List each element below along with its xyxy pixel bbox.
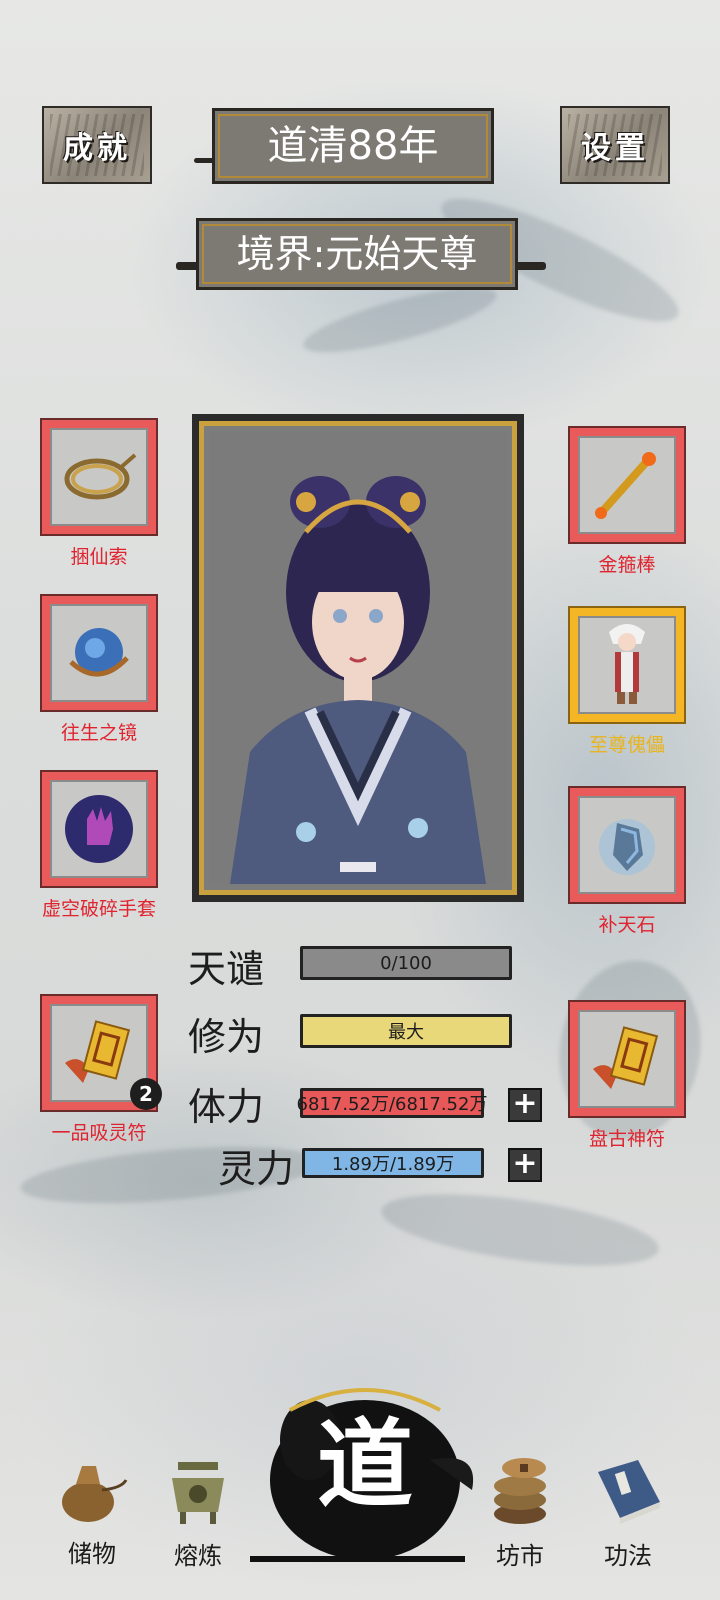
- puppet-icon: [609, 624, 645, 704]
- slot-label: 捆仙索: [70, 546, 128, 568]
- nav-smelting[interactable]: 熔炼: [148, 1452, 248, 1571]
- achievements-label: 成就: [63, 131, 131, 166]
- tribulation-label: 天谴: [188, 947, 265, 991]
- tribulation-bar: 0/100: [300, 946, 512, 980]
- realm-title: 境界:元始天尊: [236, 232, 478, 276]
- year-plaque: 道清88年: [212, 108, 494, 184]
- book-icon: [598, 1460, 660, 1524]
- talisman-icon: [65, 1020, 131, 1083]
- slot-label: 盘古神符: [588, 1128, 665, 1150]
- nav-dao-button[interactable]: 道: [250, 1370, 480, 1570]
- stamina-label: 体力: [188, 1085, 265, 1129]
- nav-skills[interactable]: 功法: [578, 1452, 678, 1571]
- equip-slot-talisman-right[interactable]: 盘古神符: [568, 1000, 686, 1150]
- equip-slot-rope[interactable]: 捆仙索: [40, 418, 158, 568]
- nav-market[interactable]: 坊市: [470, 1452, 570, 1571]
- staff-icon: [595, 452, 656, 519]
- nav-skills-label: 功法: [604, 1542, 652, 1570]
- realm-plaque: 境界:元始天尊: [196, 218, 518, 290]
- talisman-icon: [593, 1026, 659, 1089]
- slot-label: 至尊傀儡: [588, 734, 665, 756]
- nav-market-label: 坊市: [496, 1542, 544, 1570]
- cultivation-label: 修为: [188, 1015, 265, 1059]
- rope-icon: [64, 453, 137, 500]
- stamina-bar: 6817.52万/6817.52万: [297, 1088, 487, 1118]
- slot-label: 往生之镜: [60, 722, 137, 744]
- nav-smelting-label: 熔炼: [174, 1542, 222, 1570]
- nav-storage-label: 储物: [68, 1540, 116, 1568]
- slot-label: 一品吸灵符: [51, 1122, 147, 1144]
- glove-icon: [65, 795, 133, 863]
- add-spirit-button[interactable]: +: [508, 1148, 542, 1182]
- equip-slot-mirror[interactable]: 往生之镜: [40, 594, 158, 744]
- add-stamina-button[interactable]: +: [508, 1088, 542, 1122]
- achievements-button[interactable]: 成就: [42, 106, 152, 184]
- mirror-icon: [69, 628, 129, 677]
- character-portrait: [210, 432, 506, 884]
- character-portrait-frame: [192, 414, 524, 902]
- equip-slot-crystal[interactable]: 补天石: [568, 786, 686, 936]
- equip-slot-talisman-left[interactable]: 2 一品吸灵符: [40, 994, 162, 1144]
- spirit-label: 灵力: [218, 1147, 295, 1191]
- item-count-badge: 2: [130, 1078, 162, 1110]
- spirit-value: 1.89万/1.89万: [331, 1154, 455, 1175]
- equip-slot-puppet[interactable]: 至尊傀儡: [568, 606, 686, 756]
- equip-slot-glove[interactable]: 虚空破碎手套: [40, 770, 158, 920]
- coins-icon: [494, 1458, 546, 1524]
- cultivation-bar: 最大: [300, 1014, 512, 1048]
- slot-label: 补天石: [598, 914, 656, 936]
- pouch-icon: [62, 1466, 128, 1522]
- year-title: 道清88年: [267, 123, 439, 169]
- tribulation-value: 0/100: [380, 952, 432, 974]
- equip-slot-staff[interactable]: 金箍棒: [568, 426, 686, 576]
- stamina-value: 6817.52万/6817.52万: [296, 1094, 488, 1115]
- nav-dao-label: 道: [317, 1408, 413, 1521]
- cultivation-value: 最大: [388, 1022, 424, 1043]
- cauldron-icon: [172, 1462, 224, 1524]
- spirit-bar: 1.89万/1.89万: [302, 1148, 484, 1178]
- crystal-icon: [599, 819, 655, 875]
- nav-storage[interactable]: 储物: [42, 1450, 142, 1569]
- settings-label: 设置: [581, 131, 649, 166]
- slot-label: 金箍棒: [598, 554, 656, 576]
- slot-label: 虚空破碎手套: [41, 898, 156, 920]
- ink-decoration: [377, 1180, 663, 1280]
- settings-button[interactable]: 设置: [560, 106, 670, 184]
